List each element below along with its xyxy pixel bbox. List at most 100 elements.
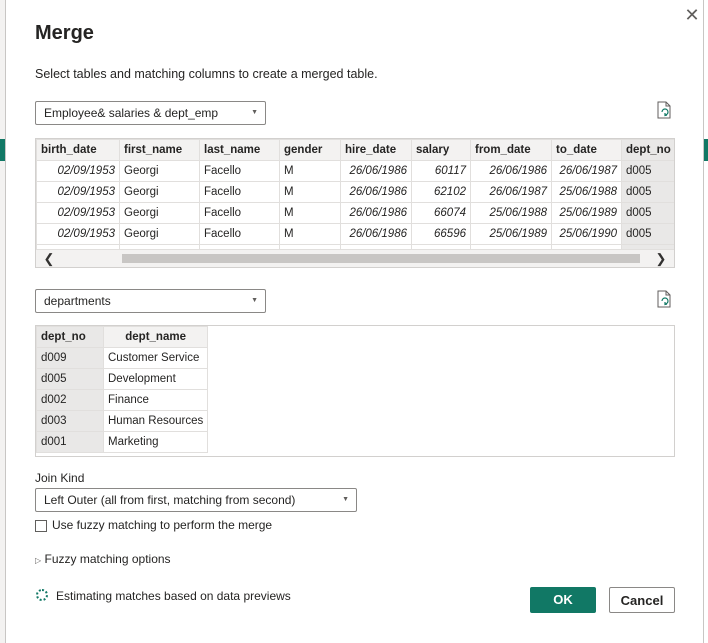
table-cell: 26/06/1987 — [551, 160, 622, 182]
table-cell: d005 — [36, 368, 104, 390]
table-cell: Finance — [102, 389, 209, 411]
table-cell: 26/06/1986 — [340, 202, 412, 224]
table-cell: Human Resources — [102, 410, 209, 432]
table-row: d005 Development — [36, 368, 209, 390]
first-table-dropdown-value: Employee& salaries & dept_emp — [44, 106, 219, 120]
column-header-salary[interactable]: salary — [411, 139, 471, 161]
column-header-first-name[interactable]: first_name — [119, 139, 200, 161]
table-cell: M — [279, 202, 341, 224]
table-cell: 66596 — [411, 223, 471, 245]
column-header-to-date[interactable]: to_date — [551, 139, 622, 161]
table-cell: 25/06/1988 — [551, 181, 622, 203]
table-cell: 66074 — [411, 202, 471, 224]
table-cell: 60117 — [411, 160, 471, 182]
table-cell: d005 — [621, 223, 674, 245]
table-cell: d009 — [36, 347, 104, 369]
table-cell: Georgi — [119, 223, 200, 245]
second-table-preview: dept_no dept_name d009 Customer Service d00… — [35, 325, 675, 457]
table-cell: Facello — [199, 223, 280, 245]
fuzzy-options-label: Fuzzy matching options — [44, 552, 171, 566]
horizontal-scrollbar[interactable]: ❮ ❯ — [36, 249, 674, 267]
table-cell: Development — [102, 368, 209, 390]
fuzzy-matching-label[interactable]: Use fuzzy matching to perform the merge — [52, 518, 272, 532]
dropdown-caret-icon: ▼ — [342, 496, 349, 503]
table-cell: Georgi — [119, 202, 200, 224]
column-header-from-date[interactable]: from_date — [470, 139, 552, 161]
second-table-dropdown[interactable]: departments ▼ — [35, 289, 266, 313]
close-icon[interactable]: ✕ — [681, 4, 703, 26]
table-cell: d005 — [621, 202, 674, 224]
table-cell: 26/06/1986 — [340, 181, 412, 203]
table-cell: 62102 — [411, 181, 471, 203]
second-table-grid: dept_no dept_name d009 Customer Service d00… — [36, 326, 209, 453]
table-row: 02/09/1953 Georgi Facello M 26/06/1986 66596 2… — [36, 223, 674, 245]
table-cell: 02/09/1953 — [36, 223, 120, 245]
join-kind-value: Left Outer (all from first, matching fro… — [44, 493, 296, 507]
join-kind-label: Join Kind — [35, 471, 85, 485]
table-cell: Marketing — [102, 431, 209, 453]
table-cell: d005 — [621, 181, 674, 203]
table-cell: 26/06/1987 — [470, 181, 552, 203]
dialog-description: Select tables and matching columns to cr… — [35, 67, 378, 81]
column-header-gender[interactable]: gender — [279, 139, 341, 161]
table-cell: Customer Service — [102, 347, 209, 369]
table-cell: M — [279, 223, 341, 245]
table-row: 02/09/1953 Georgi Facello M 26/06/1986 62102 2… — [36, 181, 674, 203]
first-table-grid: birth_date first_name last_name gender hire_… — [36, 139, 674, 266]
scrollbar-thumb[interactable] — [122, 254, 640, 263]
scroll-left-icon[interactable]: ❮ — [40, 250, 58, 267]
file-refresh-icon[interactable] — [656, 101, 672, 119]
first-table-dropdown[interactable]: Employee& salaries & dept_emp ▼ — [35, 101, 266, 125]
table-cell: Facello — [199, 181, 280, 203]
second-table-dropdown-value: departments — [44, 294, 111, 308]
table-cell: 02/09/1953 — [36, 160, 120, 182]
column-header-dept-name[interactable]: dept_name — [102, 326, 209, 348]
column-header-hire-date[interactable]: hire_date — [340, 139, 412, 161]
file-refresh-icon[interactable] — [656, 290, 672, 308]
table-row: d001 Marketing — [36, 431, 209, 453]
table-cell: 02/09/1953 — [36, 202, 120, 224]
status-text: Estimating matches based on data preview… — [56, 589, 291, 603]
dialog-title: Merge — [35, 22, 94, 44]
expand-triangle-icon: ▷ — [35, 556, 42, 565]
scroll-right-icon[interactable]: ❯ — [652, 250, 670, 267]
table-cell: M — [279, 160, 341, 182]
table-cell: 02/09/1953 — [36, 181, 120, 203]
table-cell: d003 — [36, 410, 104, 432]
table-cell: d005 — [621, 160, 674, 182]
dropdown-caret-icon: ▼ — [251, 297, 258, 304]
ok-button[interactable]: OK — [530, 587, 596, 613]
fuzzy-matching-checkbox[interactable] — [35, 520, 47, 532]
table-cell: 25/06/1989 — [470, 223, 552, 245]
table-cell: 26/06/1986 — [340, 160, 412, 182]
fuzzy-options-toggle[interactable]: ▷ Fuzzy matching options — [35, 552, 171, 566]
table-cell: Georgi — [119, 160, 200, 182]
column-header-last-name[interactable]: last_name — [199, 139, 280, 161]
cancel-button[interactable]: Cancel — [609, 587, 675, 613]
background-accent-right — [704, 139, 708, 161]
table-cell: Georgi — [119, 181, 200, 203]
table-cell: 25/06/1988 — [470, 202, 552, 224]
table-cell: d001 — [36, 431, 104, 453]
table-cell: 26/06/1986 — [340, 223, 412, 245]
table-row: 02/09/1953 Georgi Facello M 26/06/1986 60117 2… — [36, 160, 674, 182]
table-cell: Facello — [199, 202, 280, 224]
table-row: 02/09/1953 Georgi Facello M 26/06/1986 66074 2… — [36, 202, 674, 224]
table-cell: Facello — [199, 160, 280, 182]
first-table-preview: birth_date first_name last_name gender hire_… — [35, 138, 675, 268]
table-cell: 25/06/1989 — [551, 202, 622, 224]
table-cell: d002 — [36, 389, 104, 411]
table-cell: 26/06/1986 — [470, 160, 552, 182]
spinner-icon — [36, 589, 48, 601]
dropdown-caret-icon: ▼ — [251, 109, 258, 116]
table-row: d009 Customer Service — [36, 347, 209, 369]
join-kind-dropdown[interactable]: Left Outer (all from first, matching fro… — [35, 488, 357, 512]
table-cell: M — [279, 181, 341, 203]
column-header-dept-no[interactable]: dept_no — [36, 326, 104, 348]
table-row: d002 Finance — [36, 389, 209, 411]
column-header-dept-no[interactable]: dept_no — [621, 139, 674, 161]
merge-dialog: ✕ Merge Select tables and matching colum… — [5, 0, 704, 643]
table-cell: 25/06/1990 — [551, 223, 622, 245]
table-row: d003 Human Resources — [36, 410, 209, 432]
column-header-birth-date[interactable]: birth_date — [36, 139, 120, 161]
